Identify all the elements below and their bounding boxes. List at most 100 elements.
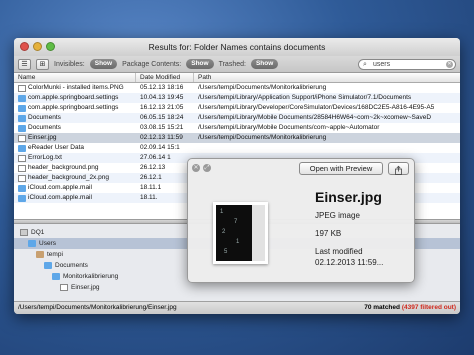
- preview-filename: Einser.jpg: [315, 189, 382, 205]
- share-button[interactable]: [388, 162, 409, 175]
- share-icon: [395, 165, 402, 175]
- folder-icon: [44, 262, 52, 269]
- file-icon: [18, 154, 26, 162]
- cell-name: iCloud.com.apple.mail: [14, 193, 136, 203]
- cell-date: 26.12.13: [140, 164, 166, 171]
- package-contents-toggle[interactable]: Show: [186, 59, 214, 69]
- cell-path: /Users/tempi/Library/Mobile Documents/28…: [198, 114, 432, 121]
- folder-icon: [18, 184, 26, 192]
- file-name: Einser.jpg: [28, 134, 57, 141]
- trashed-toggle[interactable]: Show: [250, 59, 279, 69]
- file-name: com.apple.springboard.settings: [28, 94, 119, 101]
- table-row[interactable]: com.apple.springboard.settings 10.04.13 1…: [14, 93, 460, 103]
- cell-name: ColorMunki - installed items.PNG: [14, 83, 136, 93]
- fullscreen-icon[interactable]: ⤢: [203, 164, 211, 172]
- table-row[interactable]: com.apple.springboard.settings 16.12.13 2…: [14, 103, 460, 113]
- cell-path: /Users/tempi/Documents/Monitorkalibrieru…: [198, 134, 327, 141]
- cell-date: 26.12.1: [140, 174, 162, 181]
- preview-modified-value: 02.12.2013 11:59...: [315, 258, 384, 267]
- cell-date: 05.12.13 18:16: [140, 84, 184, 91]
- tree-item-label: tempi: [47, 251, 63, 258]
- cell-date: 16.12.13 21:05: [140, 104, 184, 111]
- column-name[interactable]: Name: [14, 73, 136, 82]
- folder-icon: [18, 94, 26, 102]
- column-path[interactable]: Path: [194, 73, 460, 82]
- cell-date: 02.09.14 15:1: [140, 144, 180, 151]
- disk-icon: [20, 229, 28, 236]
- cell-name: iCloud.com.apple.mail: [14, 183, 136, 193]
- tree-view-icon[interactable]: ⊞: [36, 58, 49, 70]
- minimize-window-button[interactable]: [33, 42, 42, 51]
- folder-icon: [52, 273, 60, 280]
- file-icon: [18, 174, 26, 182]
- folder-icon: [18, 124, 26, 132]
- table-row[interactable]: Einser.jpg 02.12.13 11:59/Users/tempi/Doc…: [14, 133, 460, 143]
- tree-item-label: Users: [39, 240, 56, 247]
- cell-name: header_background.png: [14, 163, 136, 173]
- cell-date: 10.04.13 19:45: [140, 94, 184, 101]
- close-window-button[interactable]: [20, 42, 29, 51]
- column-date-modified[interactable]: Date Modified: [136, 73, 194, 82]
- open-with-preview-button[interactable]: Open with Preview: [299, 162, 383, 175]
- table-row[interactable]: eReader User Data 02.09.14 15:1: [14, 143, 460, 153]
- cell-name: Documents: [14, 123, 136, 133]
- tree-item-label: Documents: [55, 262, 88, 269]
- file-icon: [18, 134, 26, 142]
- cell-date: 06.05.15 18:24: [140, 114, 184, 121]
- status-bar: /Users/tempi/Documents/Monitorkalibrieru…: [14, 301, 460, 314]
- folder-icon: [18, 194, 26, 202]
- cell-name: ErrorLog.txt: [14, 153, 136, 163]
- zoom-window-button[interactable]: [46, 42, 55, 51]
- close-popover-icon[interactable]: ✕: [192, 164, 200, 172]
- cell-path: /Users/tempi/Documents/Monitorkalibrieru…: [198, 84, 327, 91]
- cell-name: [14, 203, 136, 213]
- tree-item-label: Einser.jpg: [71, 284, 100, 291]
- title-bar: Results for: Folder Names contains docum…: [14, 38, 460, 56]
- cell-name: com.apple.springboard.settings: [14, 103, 136, 113]
- tree-item-file[interactable]: Einser.jpg: [14, 282, 460, 293]
- cell-path: /Users/tempi/Library/Application Support…: [198, 94, 412, 101]
- cell-name: Einser.jpg: [14, 133, 136, 143]
- preview-size: 197 KB: [315, 229, 342, 238]
- file-name: iCloud.com.apple.mail: [28, 184, 92, 191]
- folder-icon: [18, 104, 26, 112]
- cell-name: Documents: [14, 113, 136, 123]
- matched-count: 70 matched: [364, 304, 400, 311]
- folder-icon: [18, 114, 26, 122]
- cell-date: 02.12.13 11:59: [140, 134, 183, 141]
- cell-date: 18.11.: [140, 194, 158, 201]
- image-file-icon: [60, 284, 68, 291]
- file-name: eReader User Data: [28, 144, 84, 151]
- preview-kind: JPEG image: [315, 211, 360, 220]
- invisibles-toggle[interactable]: Show: [89, 59, 118, 69]
- cell-name: header_background_2x.png: [14, 173, 136, 183]
- home-icon: [36, 251, 44, 258]
- match-count: 70 matched (4397 filtered out): [364, 302, 456, 314]
- search-field[interactable]: ⌕ users ✕: [358, 58, 456, 70]
- table-row[interactable]: Documents 06.05.15 18:24/Users/tempi/Libr…: [14, 113, 460, 123]
- search-input[interactable]: users: [373, 61, 390, 68]
- window-title: Results for: Folder Names contains docum…: [148, 42, 326, 52]
- tree-item-label: Monitorkalibrierung: [63, 273, 119, 280]
- file-name: header_background_2x.png: [28, 174, 109, 181]
- file-name: header_background.png: [28, 164, 99, 171]
- cell-date: 03.08.15 15:21: [140, 124, 184, 131]
- quick-look-popover: ✕ ⤢ Open with Preview 1 7 2 1 5 Einser.j…: [187, 158, 415, 283]
- file-name: ColorMunki - installed items.PNG: [28, 84, 124, 91]
- clear-search-icon[interactable]: ✕: [446, 60, 453, 68]
- invisibles-label: Invisibles:: [54, 60, 85, 68]
- cell-name: com.apple.springboard.settings: [14, 93, 136, 103]
- table-row[interactable]: ColorMunki - installed items.PNG 05.12.13…: [14, 83, 460, 93]
- search-icon: ⌕: [363, 60, 367, 68]
- file-name: ErrorLog.txt: [28, 154, 62, 161]
- cell-date: [136, 203, 194, 213]
- folder-icon: [28, 240, 36, 247]
- list-view-icon[interactable]: ☰: [18, 58, 31, 70]
- file-name: iCloud.com.apple.mail: [28, 194, 92, 201]
- folder-icon: [18, 144, 26, 152]
- filtered-count: (4397 filtered out): [401, 304, 456, 311]
- cell-date: 18.11.1: [140, 184, 162, 191]
- table-row[interactable]: Documents 03.08.15 15:21/Users/tempi/Libr…: [14, 123, 460, 133]
- image-thumbnail: 1 7 2 1 5: [213, 202, 268, 264]
- cell-path: /Users/tempi/Library/Developer/CoreSimul…: [198, 104, 435, 111]
